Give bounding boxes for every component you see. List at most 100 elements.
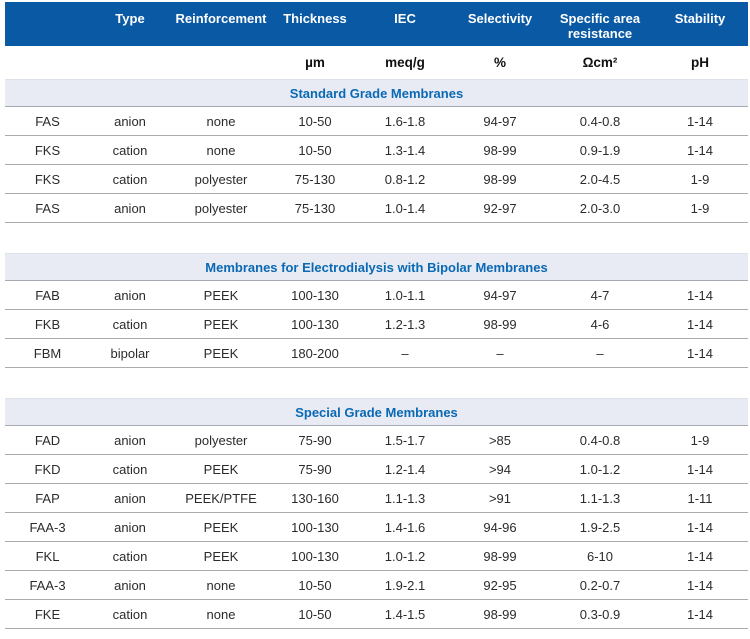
unit-selectivity: % — [452, 46, 548, 80]
table-cell: 1.0-1.4 — [358, 194, 452, 223]
header-blank — [5, 2, 90, 46]
membrane-name-cell: FKD — [5, 455, 90, 484]
table-cell: 1-14 — [652, 136, 748, 165]
header-type: Type — [90, 2, 170, 46]
table-cell: 1.6-1.8 — [358, 107, 452, 136]
table-cell: none — [170, 107, 272, 136]
table-cell: 98-99 — [452, 136, 548, 165]
units-row: µm meq/g % Ωcm² pH — [5, 46, 748, 80]
table-cell: 100-130 — [272, 513, 358, 542]
header-row: Type Reinforcement Thickness IEC Selecti… — [5, 2, 748, 46]
membrane-name-cell: FAP — [5, 484, 90, 513]
table-cell: anion — [90, 107, 170, 136]
table-cell: 0.3-0.9 — [548, 600, 652, 629]
table-cell: anion — [90, 426, 170, 455]
table-row: FAA-3anionPEEK100-1301.4-1.694-961.9-2.5… — [5, 513, 748, 542]
unit-stability: pH — [652, 46, 748, 80]
table-cell: 1.1-1.3 — [548, 484, 652, 513]
table-cell: 10-50 — [272, 136, 358, 165]
unit-resistance: Ωcm² — [548, 46, 652, 80]
table-cell: 100-130 — [272, 281, 358, 310]
header-stability: Stability — [652, 2, 748, 46]
table-cell: 180-200 — [272, 339, 358, 368]
table-cell: 98-99 — [452, 600, 548, 629]
header-specific-area-resistance: Specific area resistance — [548, 2, 652, 46]
unit-blank — [170, 46, 272, 80]
table-cell: PEEK — [170, 455, 272, 484]
table-body: Standard Grade MembranesFASanionnone10-5… — [5, 80, 748, 629]
table-cell: 1.3-1.4 — [358, 136, 452, 165]
header-iec: IEC — [358, 2, 452, 46]
table-cell: 75-90 — [272, 426, 358, 455]
table-cell: 1.4-1.5 — [358, 600, 452, 629]
table-cell: – — [358, 339, 452, 368]
table-row: FABanionPEEK100-1301.0-1.194-974-71-14 — [5, 281, 748, 310]
table-cell: cation — [90, 136, 170, 165]
table-cell: – — [452, 339, 548, 368]
table-cell: 10-50 — [272, 571, 358, 600]
unit-thickness: µm — [272, 46, 358, 80]
table-cell: 1-14 — [652, 281, 748, 310]
table-cell: 0.8-1.2 — [358, 165, 452, 194]
table-cell: 1-14 — [652, 107, 748, 136]
table-cell: anion — [90, 571, 170, 600]
table-cell: 100-130 — [272, 542, 358, 571]
table-row: FAA-3anionnone10-501.9-2.192-950.2-0.71-… — [5, 571, 748, 600]
membrane-name-cell: FAD — [5, 426, 90, 455]
table-cell: 2.0-3.0 — [548, 194, 652, 223]
table-cell: 98-99 — [452, 542, 548, 571]
table-row: FASanionnone10-501.6-1.894-970.4-0.81-14 — [5, 107, 748, 136]
table-cell: cation — [90, 542, 170, 571]
table-cell: 1.2-1.3 — [358, 310, 452, 339]
table-cell: >91 — [452, 484, 548, 513]
section-spacer — [5, 368, 748, 399]
table-cell: anion — [90, 281, 170, 310]
table-row: FKDcationPEEK75-901.2-1.4>941.0-1.21-14 — [5, 455, 748, 484]
table-cell: polyester — [170, 165, 272, 194]
table-cell: bipolar — [90, 339, 170, 368]
table-cell: 1-14 — [652, 600, 748, 629]
membrane-name-cell: FKS — [5, 165, 90, 194]
table-row: FKScationpolyester75-1300.8-1.298-992.0-… — [5, 165, 748, 194]
table-cell: 6-10 — [548, 542, 652, 571]
header-thickness: Thickness — [272, 2, 358, 46]
table-cell: 0.9-1.9 — [548, 136, 652, 165]
table-cell: 1.1-1.3 — [358, 484, 452, 513]
membrane-name-cell: FAS — [5, 194, 90, 223]
table-cell: none — [170, 571, 272, 600]
table-row: FAPanionPEEK/PTFE130-1601.1-1.3>911.1-1.… — [5, 484, 748, 513]
table-cell: anion — [90, 484, 170, 513]
table-cell: 0.2-0.7 — [548, 571, 652, 600]
table-cell: 10-50 — [272, 600, 358, 629]
table-cell: 1-14 — [652, 310, 748, 339]
table-cell: PEEK — [170, 513, 272, 542]
table-cell: 1-9 — [652, 165, 748, 194]
membrane-name-cell: FKL — [5, 542, 90, 571]
section-title: Special Grade Membranes — [5, 399, 748, 426]
table-cell: 98-99 — [452, 310, 548, 339]
table-cell: 1.9-2.1 — [358, 571, 452, 600]
table-cell: polyester — [170, 426, 272, 455]
table-cell: PEEK — [170, 281, 272, 310]
table-cell: 1.9-2.5 — [548, 513, 652, 542]
table-cell: 1.0-1.2 — [358, 542, 452, 571]
section-band: Special Grade Membranes — [5, 399, 748, 426]
section-band: Membranes for Electrodialysis with Bipol… — [5, 254, 748, 281]
table-cell: PEEK — [170, 339, 272, 368]
table-header: Type Reinforcement Thickness IEC Selecti… — [5, 2, 748, 80]
table-cell: 1-11 — [652, 484, 748, 513]
unit-blank — [5, 46, 90, 80]
membrane-spec-sheet: Type Reinforcement Thickness IEC Selecti… — [0, 0, 750, 639]
table-row: FBMbipolarPEEK180-200–––1-14 — [5, 339, 748, 368]
table-cell: – — [548, 339, 652, 368]
table-cell: cation — [90, 165, 170, 194]
unit-iec: meq/g — [358, 46, 452, 80]
table-cell: 1-14 — [652, 513, 748, 542]
table-cell: anion — [90, 513, 170, 542]
table-cell: 0.4-0.8 — [548, 426, 652, 455]
table-cell: 98-99 — [452, 165, 548, 194]
table-row: FKScationnone10-501.3-1.498-990.9-1.91-1… — [5, 136, 748, 165]
membrane-name-cell: FKE — [5, 600, 90, 629]
table-cell: 1.0-1.2 — [548, 455, 652, 484]
membrane-name-cell: FAB — [5, 281, 90, 310]
